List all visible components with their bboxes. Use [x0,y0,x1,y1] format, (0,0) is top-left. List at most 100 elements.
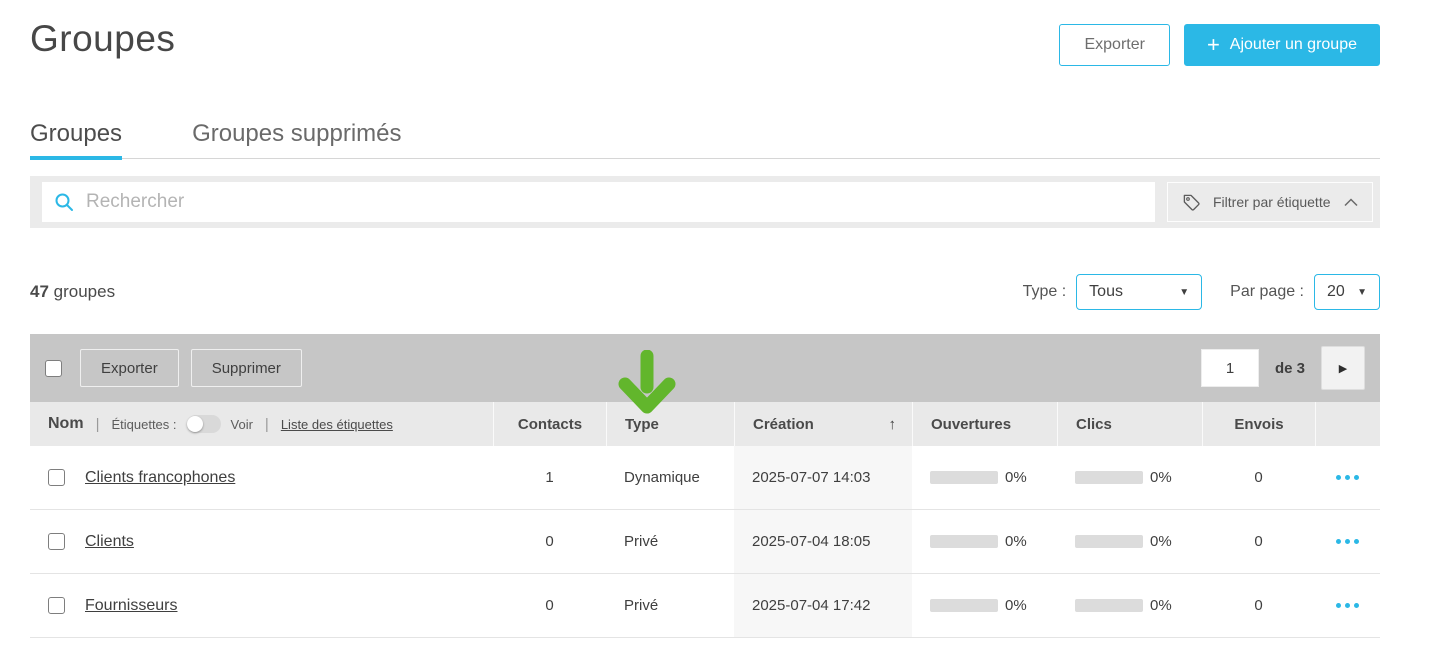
page-title: Groupes [30,18,175,60]
select-all-checkbox[interactable] [45,360,62,377]
creation-cell: 2025-07-04 18:05 [734,510,912,573]
search-box [42,182,1155,222]
ouvertures-progress-bar [930,471,998,484]
search-icon [54,192,74,212]
clics-cell: 0% [1057,574,1202,637]
column-header-actions [1315,402,1380,446]
export-button[interactable]: Exporter [1059,24,1169,66]
filter-by-tag-button[interactable]: Filtrer par étiquette [1167,182,1373,222]
groups-count: 47 groupes [30,282,115,302]
tabs: Groupes Groupes supprimés [30,120,1380,159]
plus-icon: + [1207,34,1220,56]
group-name-link[interactable]: Fournisseurs [85,597,177,615]
clics-progress-bar [1075,599,1143,612]
next-page-icon: ▶ [1339,363,1347,375]
filter-label: Filtrer par étiquette [1213,194,1332,210]
creation-cell: 2025-07-04 17:42 [734,574,912,637]
tag-icon [1182,193,1201,212]
row-checkbox[interactable] [48,469,65,486]
clics-cell: 0% [1057,510,1202,573]
ouvertures-cell: 0% [912,574,1057,637]
table-row: Clients francophones 1 Dynamique 2025-07… [30,446,1380,510]
bulk-delete-button[interactable]: Supprimer [191,349,302,387]
row-checkbox[interactable] [48,597,65,614]
list-controls: Type : Tous ▼ Par page : 20 ▼ [1023,274,1380,310]
page-number-input[interactable] [1201,349,1259,387]
type-cell: Dynamique [606,446,734,509]
summary-row: 47 groupes Type : Tous ▼ Par page : 20 ▼ [30,274,1380,310]
per-page-value: 20 [1327,283,1345,301]
page-header: Groupes Exporter + Ajouter un groupe [30,18,1380,66]
type-cell: Privé [606,510,734,573]
search-strip: Filtrer par étiquette [30,176,1380,228]
tags-list-link[interactable]: Liste des étiquettes [281,417,393,432]
ouvertures-value: 0% [1005,597,1027,614]
clics-value: 0% [1150,597,1172,614]
tab-groupes[interactable]: Groupes [30,120,122,158]
table-header-row: Nom | Étiquettes : Voir | Liste des étiq… [30,402,1380,446]
sort-asc-icon: ↑ [889,416,897,433]
next-page-button[interactable]: ▶ [1321,346,1365,390]
name-cell: Clients francophones [30,446,493,509]
more-options-icon[interactable] [1315,446,1380,509]
clics-progress-bar [1075,535,1143,548]
contacts-cell: 1 [493,446,606,509]
clics-value: 0% [1150,533,1172,550]
page-total-label: de 3 [1275,360,1305,377]
add-group-button[interactable]: + Ajouter un groupe [1184,24,1380,66]
type-select[interactable]: Tous ▼ [1076,274,1202,310]
ouvertures-value: 0% [1005,533,1027,550]
etiquettes-label: Étiquettes : [111,417,176,432]
groups-count-number: 47 [30,282,49,301]
bulk-export-button[interactable]: Exporter [80,349,179,387]
column-header-nom: Nom [48,415,84,433]
column-header-envois[interactable]: Envois [1202,402,1315,446]
envois-cell: 0 [1202,510,1315,573]
toggle-knob [187,416,203,432]
envois-cell: 0 [1202,574,1315,637]
bulk-actions-toolbar: Exporter Supprimer de 3 ▶ [30,334,1380,402]
ouvertures-cell: 0% [912,510,1057,573]
add-group-label: Ajouter un groupe [1230,36,1357,54]
column-header-type[interactable]: Type [606,402,734,446]
more-options-icon[interactable] [1315,574,1380,637]
group-name-link[interactable]: Clients francophones [85,469,235,487]
caret-down-icon: ▼ [1357,287,1367,298]
ouvertures-progress-bar [930,535,998,548]
type-filter-label: Type : [1023,283,1067,301]
row-checkbox[interactable] [48,533,65,550]
creation-label: Création [753,416,814,433]
contacts-cell: 0 [493,574,606,637]
table-row: Fournisseurs 0 Privé 2025-07-04 17:42 0%… [30,574,1380,638]
type-cell: Privé [606,574,734,637]
ouvertures-progress-bar [930,599,998,612]
clics-value: 0% [1150,469,1172,486]
per-page-label: Par page : [1230,283,1304,301]
ouvertures-cell: 0% [912,446,1057,509]
caret-down-icon: ▼ [1179,287,1189,298]
column-header-clics[interactable]: Clics [1057,402,1202,446]
search-input[interactable] [86,191,1143,213]
name-cell: Fournisseurs [30,574,493,637]
per-page-select[interactable]: 20 ▼ [1314,274,1380,310]
chevron-up-icon [1344,198,1358,207]
table-header-name: Nom | Étiquettes : Voir | Liste des étiq… [30,402,493,446]
type-select-value: Tous [1089,283,1123,301]
column-header-ouvertures[interactable]: Ouvertures [912,402,1057,446]
tags-visibility-toggle[interactable] [187,415,221,433]
groups-table: Nom | Étiquettes : Voir | Liste des étiq… [30,402,1380,638]
divider: | [96,416,100,433]
envois-cell: 0 [1202,446,1315,509]
group-name-link[interactable]: Clients [85,533,134,551]
clics-progress-bar [1075,471,1143,484]
column-header-creation[interactable]: Création ↑ [734,402,912,446]
name-cell: Clients [30,510,493,573]
clics-cell: 0% [1057,446,1202,509]
voir-label: Voir [231,417,253,432]
divider: | [265,416,269,433]
tab-groupes-supprimes[interactable]: Groupes supprimés [192,120,401,158]
groups-page: Groupes Exporter + Ajouter un groupe Gro… [0,0,1452,646]
column-header-contacts[interactable]: Contacts [493,402,606,446]
more-options-icon[interactable] [1315,510,1380,573]
creation-cell: 2025-07-07 14:03 [734,446,912,509]
